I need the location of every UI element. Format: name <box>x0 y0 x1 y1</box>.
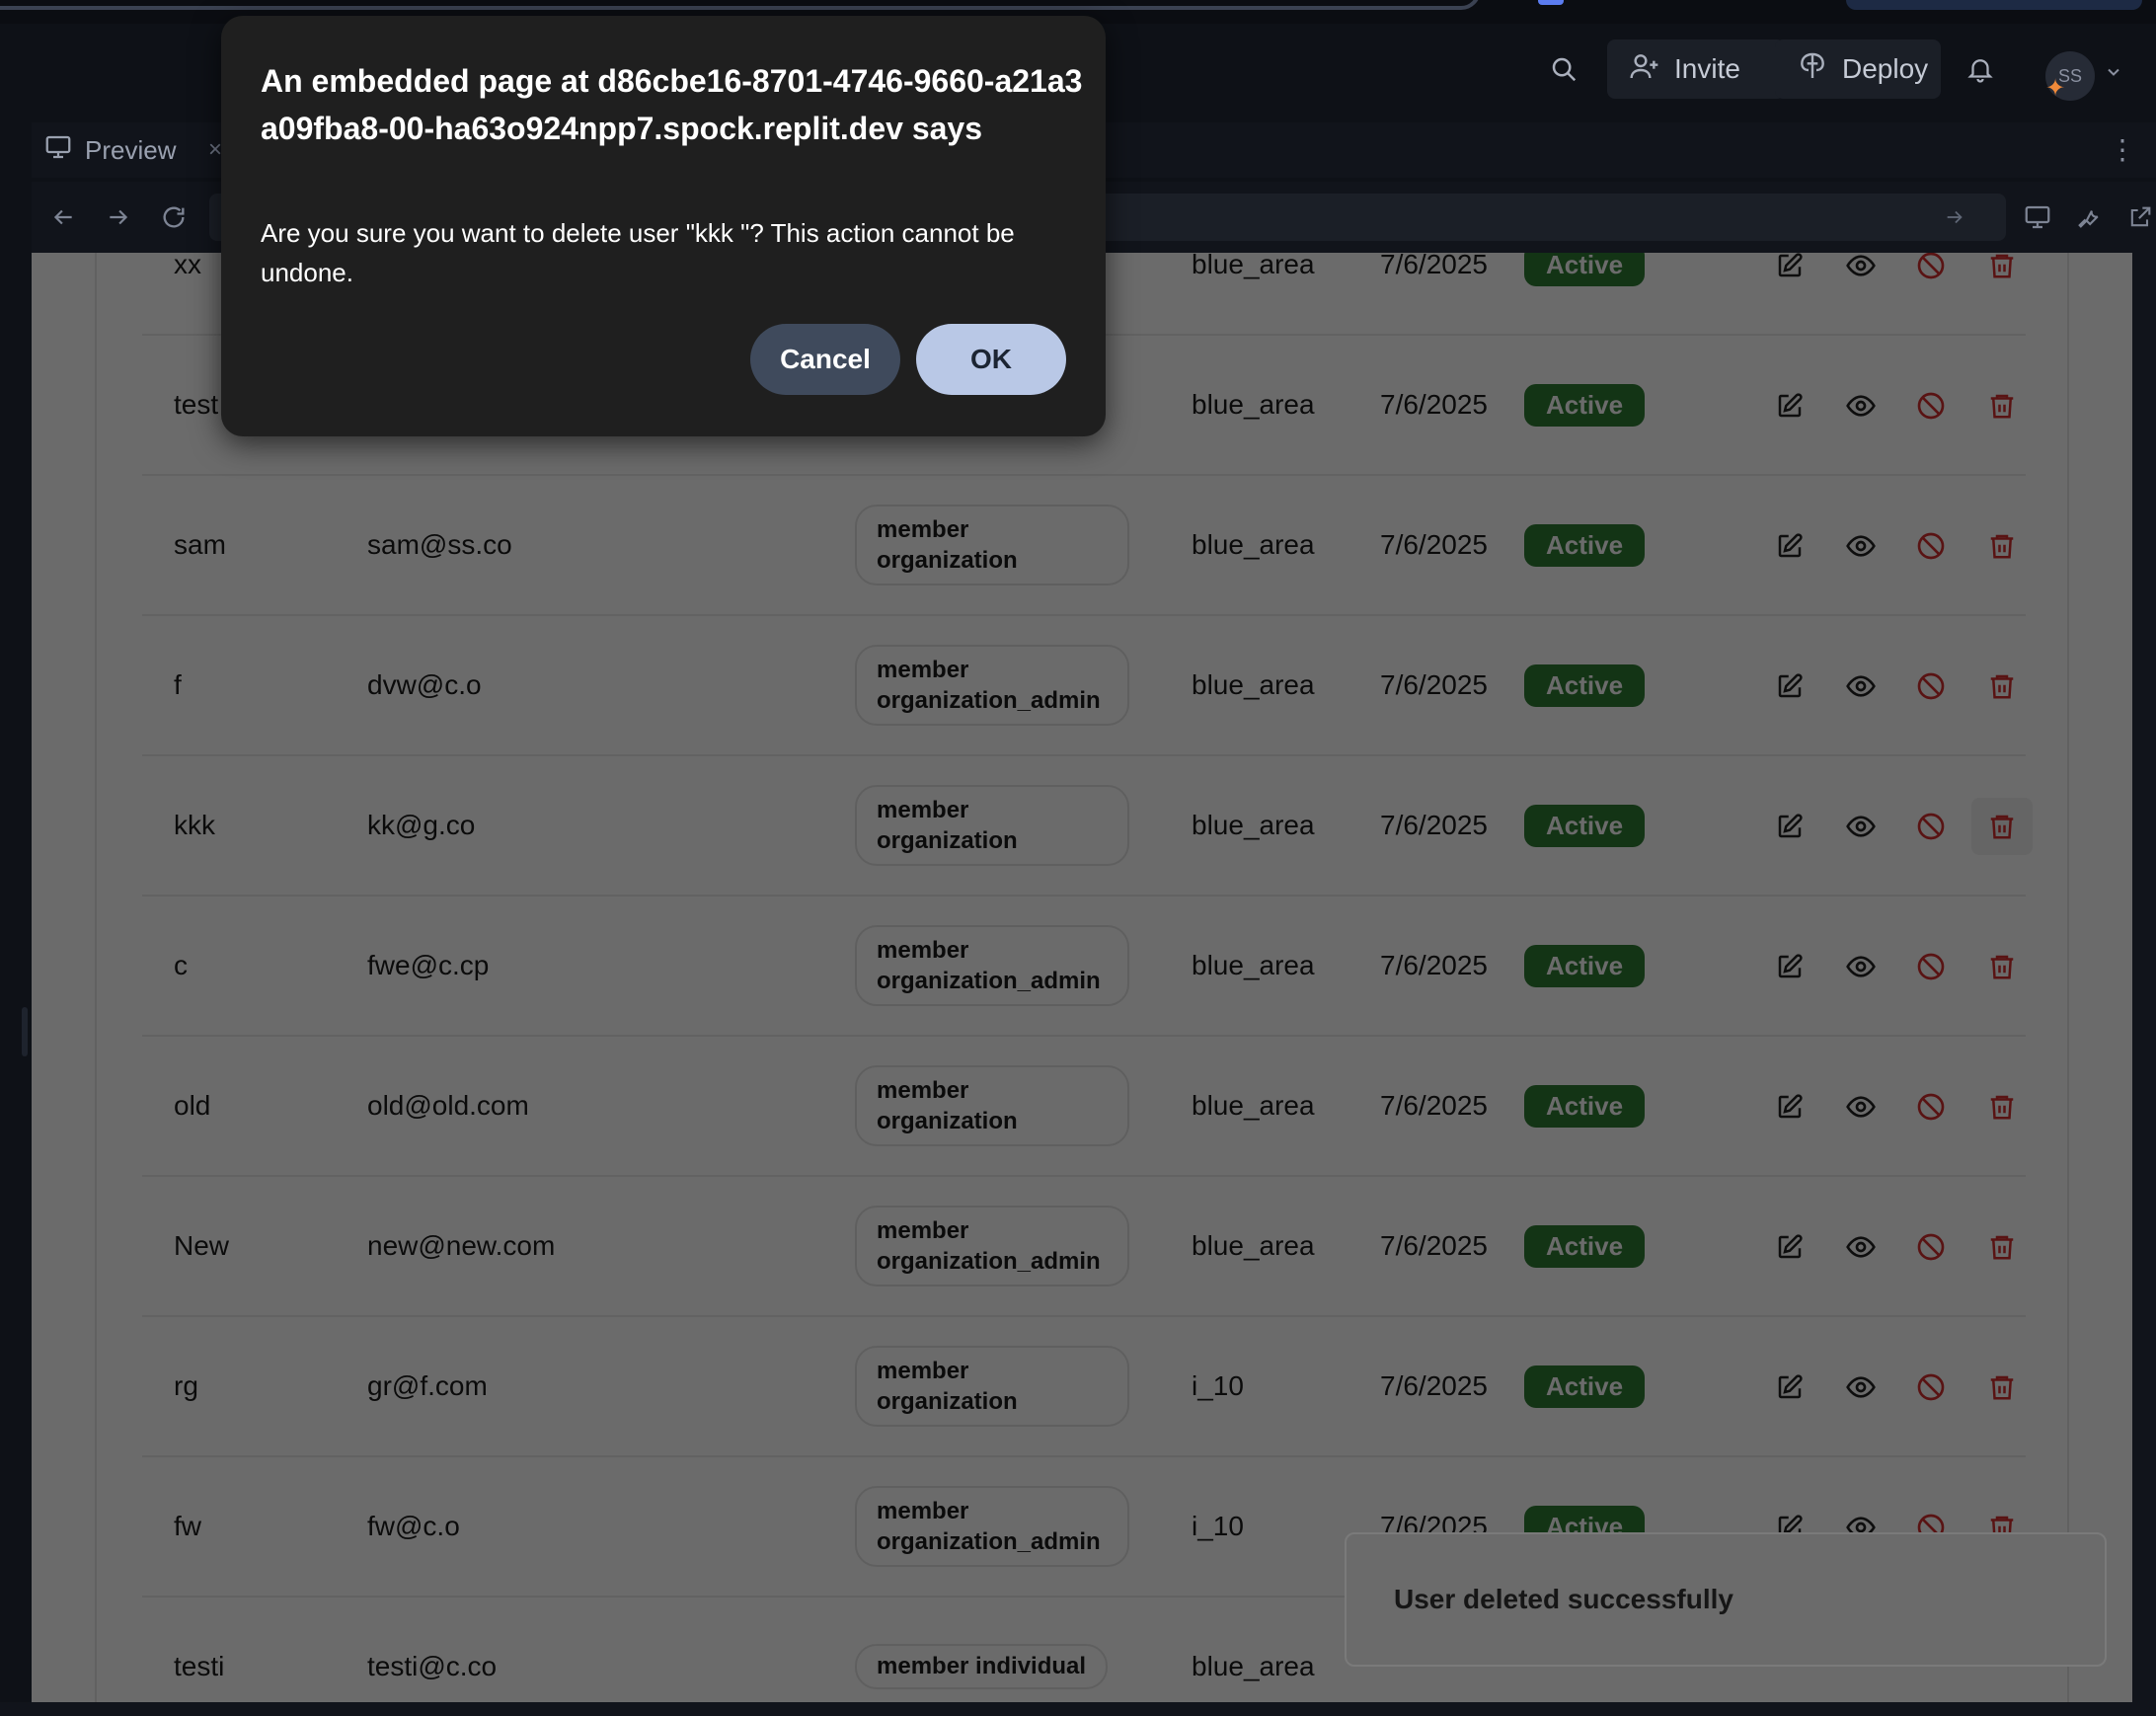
panel-resize-handle[interactable] <box>22 1007 28 1056</box>
wrench-icon[interactable] <box>2071 199 2107 235</box>
toast-message: User deleted successfully <box>1394 1584 1733 1614</box>
deploy-button[interactable]: Deploy <box>1775 39 1941 99</box>
notification-dot-icon: ✦ <box>2045 75 2066 102</box>
ok-button[interactable]: OK <box>916 324 1066 395</box>
more-options-icon[interactable]: ⋮ <box>2105 132 2140 168</box>
forward-arrow-icon[interactable] <box>101 199 136 235</box>
top-right-pill[interactable] <box>1846 0 2142 10</box>
dialog-message: Are you sure you want to delete user "kk… <box>261 218 1015 287</box>
toast-notification: User deleted successfully <box>1345 1532 2107 1667</box>
cancel-button[interactable]: Cancel <box>750 324 900 395</box>
monitor-icon <box>43 132 73 169</box>
top-accent-indicator <box>1538 0 1564 5</box>
invite-button[interactable]: Invite <box>1607 39 1785 99</box>
window-url-capsule <box>0 0 1481 10</box>
invite-label: Invite <box>1674 53 1740 84</box>
reload-icon[interactable] <box>156 199 192 235</box>
back-arrow-icon[interactable] <box>45 199 81 235</box>
tab-preview[interactable]: Preview <box>32 122 229 178</box>
chevron-down-icon[interactable] <box>2101 59 2126 85</box>
modal-backdrop <box>32 253 2132 1702</box>
bottom-gutter <box>0 1702 2156 1716</box>
confirm-dialog: An embedded page at d86cbe16-8701-4746-9… <box>221 16 1106 436</box>
arrow-right-icon[interactable] <box>1937 199 1972 235</box>
dialog-title: An embedded page at d86cbe16-8701-4746-9… <box>261 63 1083 146</box>
bell-icon[interactable] <box>1959 47 2002 91</box>
external-link-icon[interactable] <box>2122 199 2156 235</box>
right-gutter <box>2132 253 2156 1716</box>
deploy-label: Deploy <box>1842 53 1929 84</box>
deploy-icon <box>1797 50 1828 89</box>
left-sidebar-gutter <box>0 122 32 1716</box>
tab-label: Preview <box>85 134 177 165</box>
search-icon[interactable] <box>1542 47 1585 91</box>
add-user-icon <box>1629 50 1660 89</box>
device-monitor-icon[interactable] <box>2020 199 2055 235</box>
